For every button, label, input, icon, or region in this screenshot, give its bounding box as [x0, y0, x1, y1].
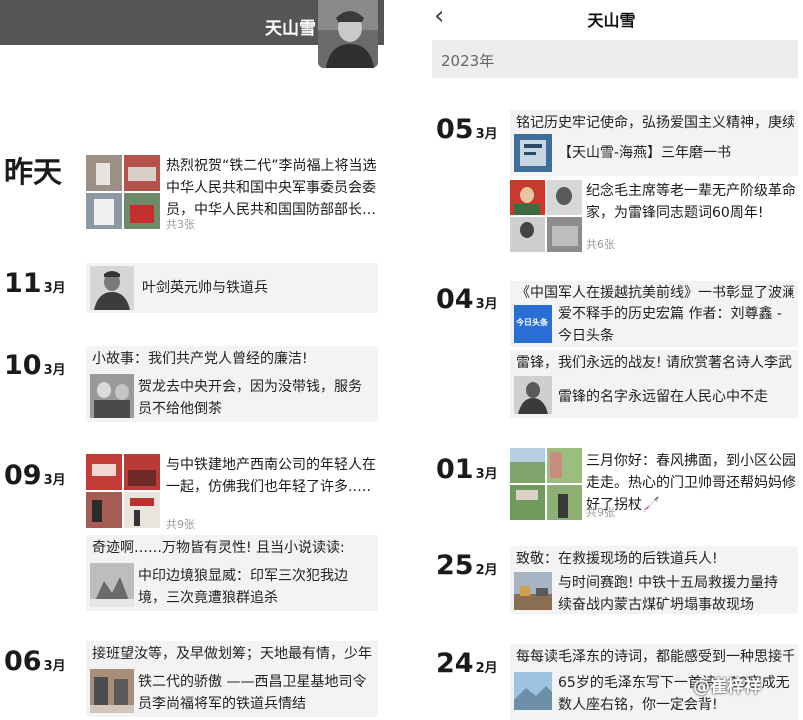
article-headline: 《中国军人在援越抗美前线》一书彰显了波澜	[516, 285, 794, 301]
article-title: 贺龙去中央开会，因为没带钱，服务员不给他倒茶	[138, 379, 362, 417]
photo-count: 共6张	[586, 238, 615, 251]
article-title: 爱不释手的历史宏篇 作者：刘尊鑫 - 今日头条	[558, 306, 782, 344]
entry-photo-grid[interactable]	[86, 155, 160, 229]
entry-photo-grid[interactable]	[86, 454, 160, 528]
article-thumbnail	[514, 376, 552, 414]
article-card[interactable]: 接班望汝等，及早做划筹；天地最有情，少年 铁二代的骄傲 ——西昌卫星基地司令员李…	[86, 641, 378, 717]
page-title: 天山雪	[587, 11, 636, 30]
entry-date: 01 3月	[436, 454, 498, 485]
article-thumbnail	[90, 669, 134, 713]
article-thumbnail	[90, 563, 134, 607]
entry-date: 24 2月	[436, 648, 498, 679]
article-title: 铁二代的骄傲 ——西昌卫星基地司令员李尚福将军的铁道兵情结	[138, 674, 367, 712]
entry-date: 10 3月	[4, 350, 66, 381]
article-title: 【天山雪-海燕】三年磨一书	[558, 145, 732, 161]
article-title: 雷锋的名字永远留在人民心中不走	[558, 389, 768, 405]
watermark: @崔梓祥	[693, 677, 761, 697]
left-timeline-panel: 天山雪 昨天 热烈祝贺“铁二代”李尚福上将当选中华人民共和国中央军事委员会委员，…	[0, 0, 384, 720]
photo-count: 共3张	[166, 218, 195, 231]
article-headline: 接班望汝等，及早做划筹；天地最有情，少年	[92, 646, 372, 662]
profile-name: 天山雪	[265, 19, 316, 39]
year-label: 2023年	[441, 52, 495, 70]
entry-photo-grid[interactable]	[510, 448, 582, 520]
article-headline: 小故事：我们共产党人曾经的廉洁!	[92, 351, 308, 367]
toutiao-thumbnail: 今日头条	[514, 305, 552, 343]
year-header: 2023年	[432, 40, 798, 78]
entry-text[interactable]: 热烈祝贺“铁二代”李尚福上将当选中华人民共和国中央军事委员会委员，中华人民共和国…	[166, 155, 378, 221]
article-card[interactable]: 铭记历史牢记使命，弘扬爱国主义精神，庚续 【天山雪-海燕】三年磨一书	[510, 110, 798, 176]
article-headline: 致敬：在救援现场的后铁道兵人!	[516, 551, 718, 567]
entry-date: 04 3月	[436, 284, 498, 315]
photo-count: 共9张	[586, 506, 615, 519]
article-headline: 铭记历史牢记使命，弘扬爱国主义精神，庚续	[516, 115, 794, 131]
entry-text[interactable]: 与中铁建地产西南公司的年轻人在一起，仿佛我们也年轻了许多.….	[166, 454, 378, 498]
article-headline: 奇迹啊……万物皆有灵性! 且当小说读读:	[92, 540, 345, 556]
avatar[interactable]	[318, 0, 378, 68]
article-thumbnail	[514, 572, 552, 610]
photo-count: 共9张	[166, 518, 195, 531]
article-thumbnail	[514, 134, 552, 172]
article-title: 叶剑英元帅与铁道兵	[142, 280, 268, 296]
article-title: 与时间赛跑! 中铁十五局救援力量持续奋战内蒙古煤矿坍塌事故现场	[558, 575, 779, 613]
article-headline: 每每读毛泽东的诗词，都能感受到一种思接千	[516, 649, 794, 665]
entry-date: 09 3月	[4, 460, 66, 491]
article-card[interactable]: 《中国军人在援越抗美前线》一书彰显了波澜 今日头条 爱不释手的历史宏篇 作者：刘…	[510, 281, 798, 347]
entry-text[interactable]: 纪念毛主席等老一辈无产阶级革命家，为雷锋同志题词60周年!	[586, 180, 798, 224]
entry-date: 05 3月	[436, 114, 498, 145]
article-card[interactable]: 雷锋，我们永远的战友! 请欣赏著名诗人李武 雷锋的名字永远留在人民心中不走	[510, 350, 798, 418]
article-thumbnail	[90, 374, 134, 418]
article-headline: 雷锋，我们永远的战友! 请欣赏著名诗人李武	[516, 355, 793, 371]
right-timeline-panel: ‹ 天山雪 2023年 05 3月 铭记历史牢记使命，弘扬爱国主义精神，庚续 【天…	[420, 0, 803, 720]
entry-date-yesterday: 昨天	[4, 155, 63, 189]
entry-text[interactable]: 三月你好：春风拂面，到小区公园走走。热心的门卫帅哥还帮妈妈修好了拐杖🦯	[586, 450, 798, 516]
article-card[interactable]: 致敬：在救援现场的后铁道兵人! 与时间赛跑! 中铁十五局救援力量持续奋战内蒙古煤…	[510, 546, 798, 614]
article-thumbnail	[90, 266, 134, 310]
entry-date: 11 3月	[4, 268, 66, 299]
entry-date: 06 3月	[4, 646, 66, 677]
nav-bar: ‹ 天山雪	[420, 0, 803, 40]
article-card[interactable]: 小故事：我们共产党人曾经的廉洁! 贺龙去中央开会，因为没带钱，服务员不给他倒茶	[86, 346, 378, 422]
entry-date: 25 2月	[436, 550, 498, 581]
article-card[interactable]: 叶剑英元帅与铁道兵	[86, 263, 378, 313]
article-thumbnail	[514, 672, 552, 710]
article-title: 中印边境狼显威：印军三次犯我边境，三次竟遭狼群追杀	[138, 568, 348, 606]
article-card[interactable]: 奇迹啊……万物皆有灵性! 且当小说读读: 中印边境狼显威：印军三次犯我边境，三次…	[86, 535, 378, 611]
entry-photo-grid[interactable]	[510, 180, 582, 252]
